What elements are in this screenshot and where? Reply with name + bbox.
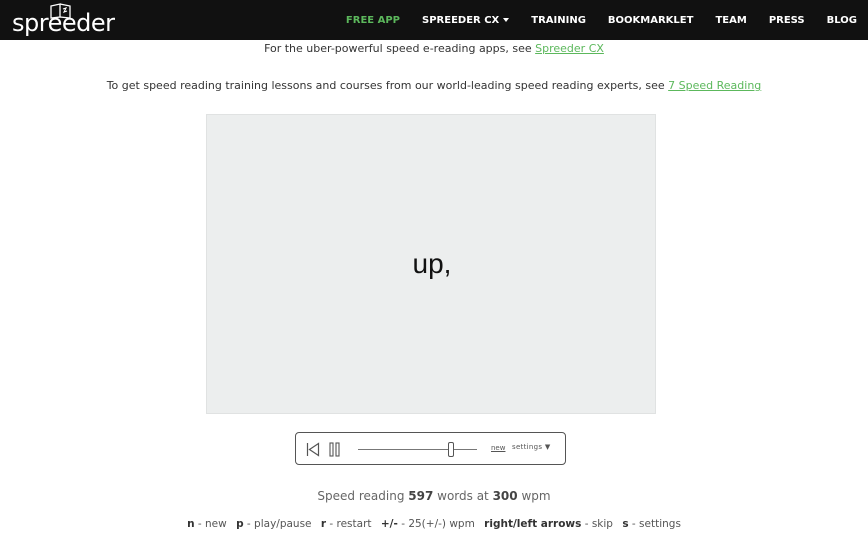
shortcut-key: right/left arrows [484,518,582,530]
current-word: up, [412,248,452,279]
shortcut-desc: - settings [628,518,681,530]
playback-controls: new settings ▼ [295,432,566,465]
nav-team[interactable]: TEAM [715,15,746,26]
stats-suffix: wpm [517,489,551,503]
main-nav: FREE APP SPREEDER CX TRAINING BOOKMARKLE… [324,0,868,40]
keyboard-shortcuts: n - new p - play/pause r - restart +/- -… [0,518,868,530]
shortcut-restart: r - restart [321,518,372,530]
training-promo: To get speed reading training lessons an… [0,79,868,92]
top-navbar: spreeder FREE APP SPREEDER CX TRAINING B… [0,0,868,40]
shortcut-play-pause: p - play/pause [236,518,311,530]
shortcut-wpm: +/- - 25(+/-) wpm [381,518,475,530]
shortcut-desc: - new [194,518,227,530]
nav-team-label: TEAM [715,14,747,26]
shortcut-desc: - restart [326,518,372,530]
shortcut-new: n - new [187,518,227,530]
nav-blog-label: BLOG [826,14,857,26]
stats-prefix: Speed reading [317,489,409,503]
shortcut-desc: - skip [581,518,613,530]
spreeder-logo[interactable]: spreeder [12,2,115,38]
nav-blog[interactable]: BLOG [827,15,857,26]
promo-text-2: To get speed reading training lessons an… [106,79,669,92]
caret-down-icon [503,18,510,22]
nav-free-app-label: FREE APP [345,14,400,26]
spreeder-cx-promo: For the uber-powerful speed e-reading ap… [0,42,868,55]
shortcut-key: n [187,518,195,530]
seven-speed-reading-link[interactable]: 7 Speed Reading [668,79,761,92]
shortcut-skip: right/left arrows - skip [484,518,613,530]
shortcut-key: p [236,518,244,530]
shortcut-desc: - 25(+/-) wpm [397,518,475,530]
shortcut-desc: - play/pause [243,518,312,530]
new-button[interactable]: new [491,444,505,452]
word-count: 597 [408,489,434,503]
progress-slider-handle[interactable] [448,442,454,457]
wpm-value: 300 [492,489,518,503]
spreeder-cx-link[interactable]: Spreeder CX [535,42,604,55]
nav-spreeder-cx-label: SPREEDER CX [422,14,500,26]
settings-dropdown[interactable]: settings ▼ [512,443,551,451]
stats-middle: words at [433,489,493,503]
shortcut-key: +/- [380,518,398,530]
nav-training-label: TRAINING [531,14,586,26]
skip-to-start-icon[interactable] [306,442,320,457]
nav-free-app[interactable]: FREE APP [346,15,400,26]
promo-text-1: For the uber-powerful speed e-reading ap… [264,42,536,55]
shortcut-settings: s - settings [622,518,681,530]
nav-training[interactable]: TRAINING [531,15,586,26]
nav-press-label: PRESS [768,14,805,26]
progress-slider-track[interactable] [358,449,477,450]
nav-bookmarklet[interactable]: BOOKMARKLET [608,15,694,26]
reading-stats: Speed reading 597 words at 300 wpm [0,489,868,503]
nav-bookmarklet-label: BOOKMARKLET [607,14,694,26]
pause-icon[interactable] [329,442,341,457]
nav-press[interactable]: PRESS [769,15,805,26]
reader-display[interactable]: up, [206,114,656,414]
book-logo-icon [50,3,71,19]
nav-spreeder-cx[interactable]: SPREEDER CX [422,14,510,26]
